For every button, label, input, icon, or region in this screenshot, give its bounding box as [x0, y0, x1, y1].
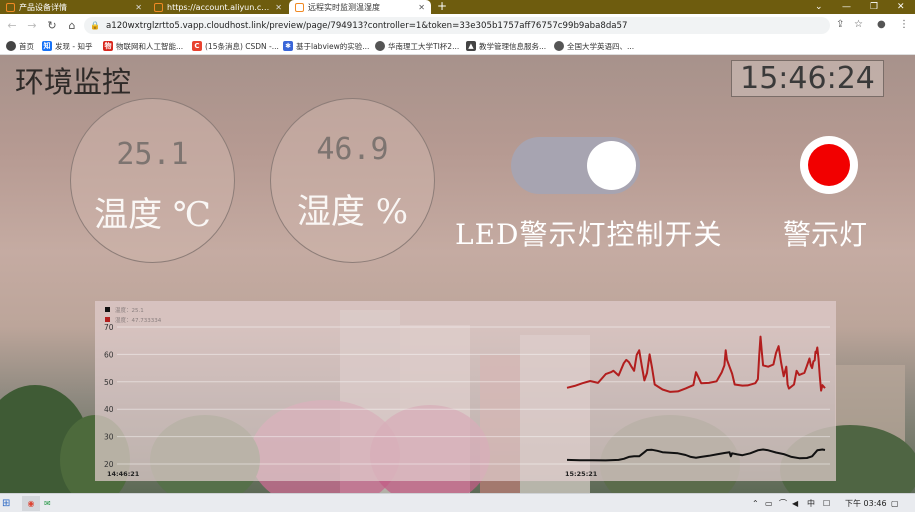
tab-title: https://account.aliyun.com/lo	[167, 2, 271, 12]
y-tick-label: 40	[104, 405, 114, 414]
zhihu-icon: 知	[42, 41, 52, 51]
x-tick-label: 15:25:21	[565, 470, 598, 478]
bookmark-cet[interactable]: 全国大学英语四、...	[554, 39, 634, 53]
windows-taskbar: ⊞ ◉ ✉ ⌃ ▭ ⌒ ◀ 中 ☐ 下午 03:46 ▢	[0, 493, 915, 512]
volume-icon[interactable]: ◀	[792, 496, 798, 511]
aliyun-favicon-icon	[154, 2, 163, 12]
bookmark-iot-ai[interactable]: 物 物联网和人工智能...	[103, 39, 183, 53]
close-tab-icon[interactable]: ✕	[414, 3, 425, 12]
profile-avatar-icon[interactable]: ●	[877, 19, 886, 30]
tab-aliyun-account[interactable]: https://account.aliyun.com/lo ✕	[148, 0, 288, 14]
close-window-icon[interactable]: ✕	[897, 0, 905, 14]
labview-icon: ✱	[283, 41, 293, 51]
bookmark-csdn[interactable]: C (15条消息) CSDN -...	[192, 39, 279, 53]
x-tick-label: 14:46:21	[107, 470, 140, 478]
tab-search-icon[interactable]: ⌄	[815, 0, 823, 14]
tab-title: 远程实时监测温湿度	[308, 2, 380, 12]
globe-icon	[6, 41, 16, 51]
lock-icon: 🔒	[90, 21, 100, 30]
notification-icon[interactable]: ▢	[891, 496, 899, 511]
maximize-icon[interactable]: ❐	[870, 0, 878, 14]
temperature-value: 25.1	[116, 137, 189, 172]
humidity-value: 46.9	[316, 132, 389, 167]
menu-kebab-icon[interactable]: ⋮	[899, 19, 909, 30]
close-tab-icon[interactable]: ✕	[131, 3, 142, 12]
legend-entry: 温度：25.1	[115, 306, 144, 314]
bookmark-label: 华南理工大学TI杯2...	[388, 41, 460, 51]
legend-swatch	[105, 317, 110, 322]
globe-icon	[375, 41, 385, 51]
bookmark-label: 教学管理信息服务...	[479, 41, 547, 51]
close-tab-icon[interactable]: ✕	[271, 3, 282, 12]
globe-icon	[554, 41, 564, 51]
bookmark-label: 基于labview的实验...	[296, 41, 370, 51]
bookmark-zhihu[interactable]: 知 发现 - 知乎	[42, 39, 92, 53]
tab-product-device[interactable]: 产品设备详情 ✕	[0, 0, 148, 14]
home-icon[interactable]: ⌂	[62, 19, 82, 32]
warning-lamp-indicator	[800, 136, 858, 194]
toggle-knob[interactable]	[587, 141, 636, 190]
y-tick-label: 30	[104, 433, 114, 442]
temperature-label: 温度 ℃	[94, 195, 211, 235]
share-icon[interactable]: ⇪	[836, 19, 844, 30]
chart-svg: 70 60 50 40 30 20 温度：25.1 湿度：47.733334 14:46:21 1…	[104, 306, 830, 478]
temperature-gauge: 25.1 温度 ℃	[70, 98, 235, 263]
y-tick-label: 60	[104, 350, 114, 359]
school-icon: ▲	[466, 41, 476, 51]
led-toggle-switch[interactable]	[511, 137, 640, 194]
ime-indicator[interactable]: 中	[807, 496, 815, 511]
taskbar-clock: 下午 03:46	[845, 499, 887, 508]
forward-icon[interactable]: →	[22, 19, 42, 32]
warning-lamp-label: 警示灯	[783, 218, 868, 251]
iot-icon: 物	[103, 41, 113, 51]
battery-icon: ▭	[765, 499, 773, 508]
bookmark-label: 首页	[19, 41, 34, 51]
bookmark-teaching-mgmt[interactable]: ▲ 教学管理信息服务...	[466, 39, 546, 53]
bookmarks-bar: 首页 知 发现 - 知乎 物 物联网和人工智能... C (15条消息) CSD…	[0, 37, 915, 55]
page-title: 环境监控	[15, 65, 132, 99]
led-switch-label: LED警示灯控制开关	[455, 218, 723, 251]
tab-title: 产品设备详情	[19, 2, 67, 12]
bookmark-star-icon[interactable]: ☆	[854, 19, 863, 30]
bookmark-home[interactable]: 首页	[6, 39, 34, 53]
monitor-page: 环境监控 15:46:24 25.1 温度 ℃ 46.9 湿度 % LED警示灯…	[0, 55, 915, 493]
csdn-icon: C	[192, 41, 202, 51]
bookmark-labview[interactable]: ✱ 基于labview的实验...	[283, 39, 369, 53]
windows-start-icon[interactable]: ⊞	[2, 496, 10, 511]
back-icon[interactable]: ←	[2, 19, 22, 32]
legend-entry: 湿度：47.733334	[115, 316, 162, 324]
humidity-label: 湿度 %	[296, 192, 409, 232]
ime-mode-icon[interactable]: ☐	[823, 496, 830, 511]
chrome-taskbar-icon[interactable]: ◉	[22, 496, 40, 511]
bookmark-label: 发现 - 知乎	[55, 41, 93, 51]
tab-bar: 产品设备详情 ✕ https://account.aliyun.com/lo ✕…	[0, 0, 915, 14]
minimize-icon[interactable]: —	[842, 0, 851, 14]
address-bar: ← → ↻ ⌂ 🔒 a120wxtrglzrtto5.vapp.cloudhos…	[0, 14, 915, 37]
bookmark-label: 全国大学英语四、...	[567, 41, 635, 51]
aliyun-favicon-icon	[295, 2, 304, 12]
digital-clock: 15:46:24	[731, 60, 884, 97]
bookmark-label: 物联网和人工智能...	[116, 41, 184, 51]
wechat-taskbar-icon[interactable]: ✉	[44, 496, 51, 511]
temp-humidity-chart: 70 60 50 40 30 20 温度：25.1 湿度：47.733334 14:46:21 1…	[95, 301, 836, 481]
network-icon[interactable]: ⌒	[779, 496, 787, 511]
bookmark-label: (15条消息) CSDN -...	[205, 41, 279, 51]
reload-icon[interactable]: ↻	[42, 19, 62, 32]
aliyun-favicon-icon	[6, 2, 15, 12]
new-tab-button[interactable]: +	[437, 0, 447, 14]
y-tick-label: 70	[104, 323, 114, 332]
url-text: a120wxtrglzrtto5.vapp.cloudhost.link/pre…	[105, 20, 628, 31]
y-tick-label: 20	[104, 460, 114, 469]
legend-swatch	[105, 307, 110, 312]
tray-chevron-icon[interactable]: ⌃	[752, 496, 759, 511]
tab-remote-monitor[interactable]: 远程实时监测温湿度 ✕	[289, 0, 431, 14]
url-field[interactable]: 🔒 a120wxtrglzrtto5.vapp.cloudhost.link/p…	[84, 17, 830, 34]
temperature-series-line	[566, 448, 826, 462]
humidity-series-line	[566, 335, 826, 393]
humidity-gauge: 46.9 湿度 %	[270, 98, 435, 263]
bookmark-scut[interactable]: 华南理工大学TI杯2...	[375, 39, 459, 53]
warning-lamp-light	[808, 144, 850, 186]
y-tick-label: 50	[104, 378, 114, 387]
